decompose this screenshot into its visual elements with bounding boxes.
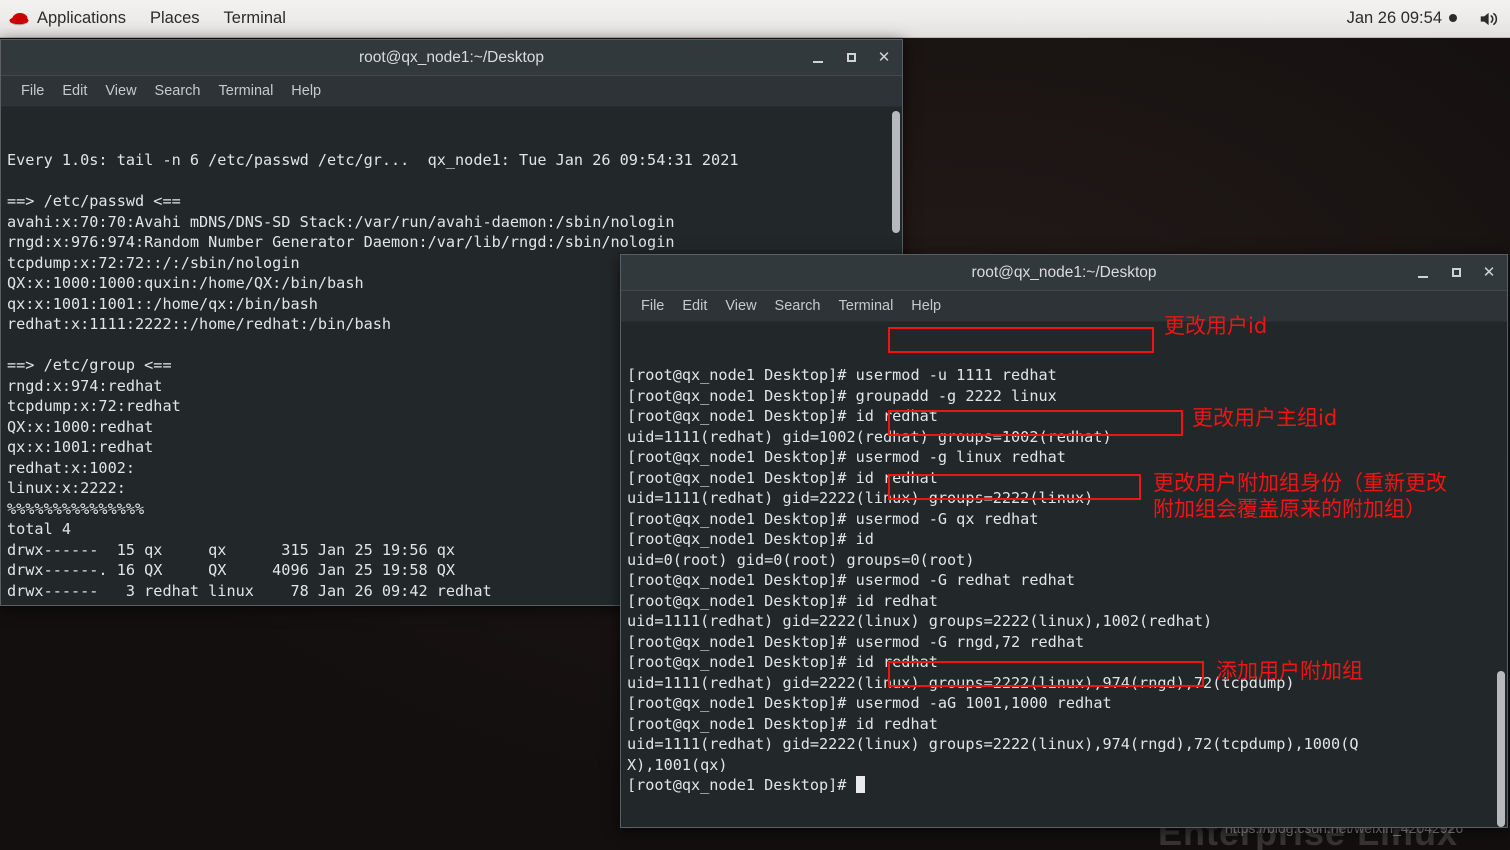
window-two-terminal-text: [root@qx_node1 Desktop]# usermod -u 1111… xyxy=(621,363,1507,796)
close-button[interactable]: ✕ xyxy=(876,50,892,66)
window-two-terminal-body[interactable]: [root@qx_node1 Desktop]# usermod -u 1111… xyxy=(621,322,1507,827)
window-one-titlebar[interactable]: root@qx_node1:~/Desktop ✕ xyxy=(1,40,902,76)
window-one-buttons: ✕ xyxy=(810,40,892,75)
terminal-cursor xyxy=(855,776,865,793)
menu-item-edit[interactable]: Edit xyxy=(673,298,716,314)
maximize-icon xyxy=(1451,268,1461,277)
minimize-icon xyxy=(813,60,823,63)
menu-item-help[interactable]: Help xyxy=(902,298,950,314)
close-icon: ✕ xyxy=(1482,264,1496,281)
terminal-menu[interactable]: Terminal xyxy=(212,0,298,37)
window-two-titlebar[interactable]: root@qx_node1:~/Desktop ✕ xyxy=(621,255,1507,291)
maximize-button[interactable] xyxy=(1448,265,1464,281)
applications-menu[interactable]: Applications xyxy=(0,0,138,37)
window-one-scrollbar-thumb[interactable] xyxy=(892,111,900,233)
window-one-menubar: File Edit View Search Terminal Help xyxy=(1,76,902,107)
menu-item-search[interactable]: Search xyxy=(146,83,210,99)
places-menu-label: Places xyxy=(149,9,200,27)
menu-item-view[interactable]: View xyxy=(96,83,145,99)
close-icon: ✕ xyxy=(877,49,891,66)
top-panel-right: Jan 26 09:54 xyxy=(1341,0,1510,37)
clock-label: Jan 26 09:54 xyxy=(1346,9,1442,27)
notification-dot-icon xyxy=(1449,13,1457,22)
window-two-buttons: ✕ xyxy=(1415,255,1497,290)
window-two-title: root@qx_node1:~/Desktop xyxy=(971,263,1157,281)
window-two-terminal-output: [root@qx_node1 Desktop]# usermod -u 1111… xyxy=(627,366,1359,794)
close-button[interactable]: ✕ xyxy=(1481,265,1497,281)
maximize-icon xyxy=(846,53,856,62)
menu-item-file[interactable]: File xyxy=(12,83,53,99)
menu-item-terminal[interactable]: Terminal xyxy=(830,298,903,314)
volume-icon[interactable] xyxy=(1479,10,1500,28)
menu-item-file[interactable]: File xyxy=(632,298,673,314)
applications-menu-label: Applications xyxy=(37,9,126,27)
top-panel-left: Applications Places Terminal xyxy=(0,0,298,37)
minimize-icon xyxy=(1418,275,1428,278)
window-two-menubar: File Edit View Search Terminal Help xyxy=(621,291,1507,322)
window-two-scrollbar-thumb[interactable] xyxy=(1497,671,1505,827)
menu-item-search[interactable]: Search xyxy=(766,298,830,314)
maximize-button[interactable] xyxy=(843,50,859,66)
places-menu[interactable]: Places xyxy=(138,0,212,37)
menu-item-view[interactable]: View xyxy=(716,298,765,314)
redhat-logo-icon xyxy=(9,12,29,25)
menu-item-help[interactable]: Help xyxy=(282,83,330,99)
minimize-button[interactable] xyxy=(810,50,826,66)
top-panel: Applications Places Terminal Jan 26 09:5… xyxy=(0,0,1510,38)
minimize-button[interactable] xyxy=(1415,265,1431,281)
screen-root: Enterprise Linux https://blog.csdn.net/w… xyxy=(0,0,1510,850)
terminal-menu-label: Terminal xyxy=(223,9,286,27)
menu-item-edit[interactable]: Edit xyxy=(53,83,96,99)
window-one-title: root@qx_node1:~/Desktop xyxy=(358,48,545,66)
clock-button[interactable]: Jan 26 09:54 xyxy=(1341,9,1463,28)
menu-item-terminal[interactable]: Terminal xyxy=(210,83,283,99)
terminal-window-two[interactable]: root@qx_node1:~/Desktop ✕ File Edit View… xyxy=(620,254,1508,828)
window-two-scrollbar[interactable] xyxy=(1494,322,1507,827)
